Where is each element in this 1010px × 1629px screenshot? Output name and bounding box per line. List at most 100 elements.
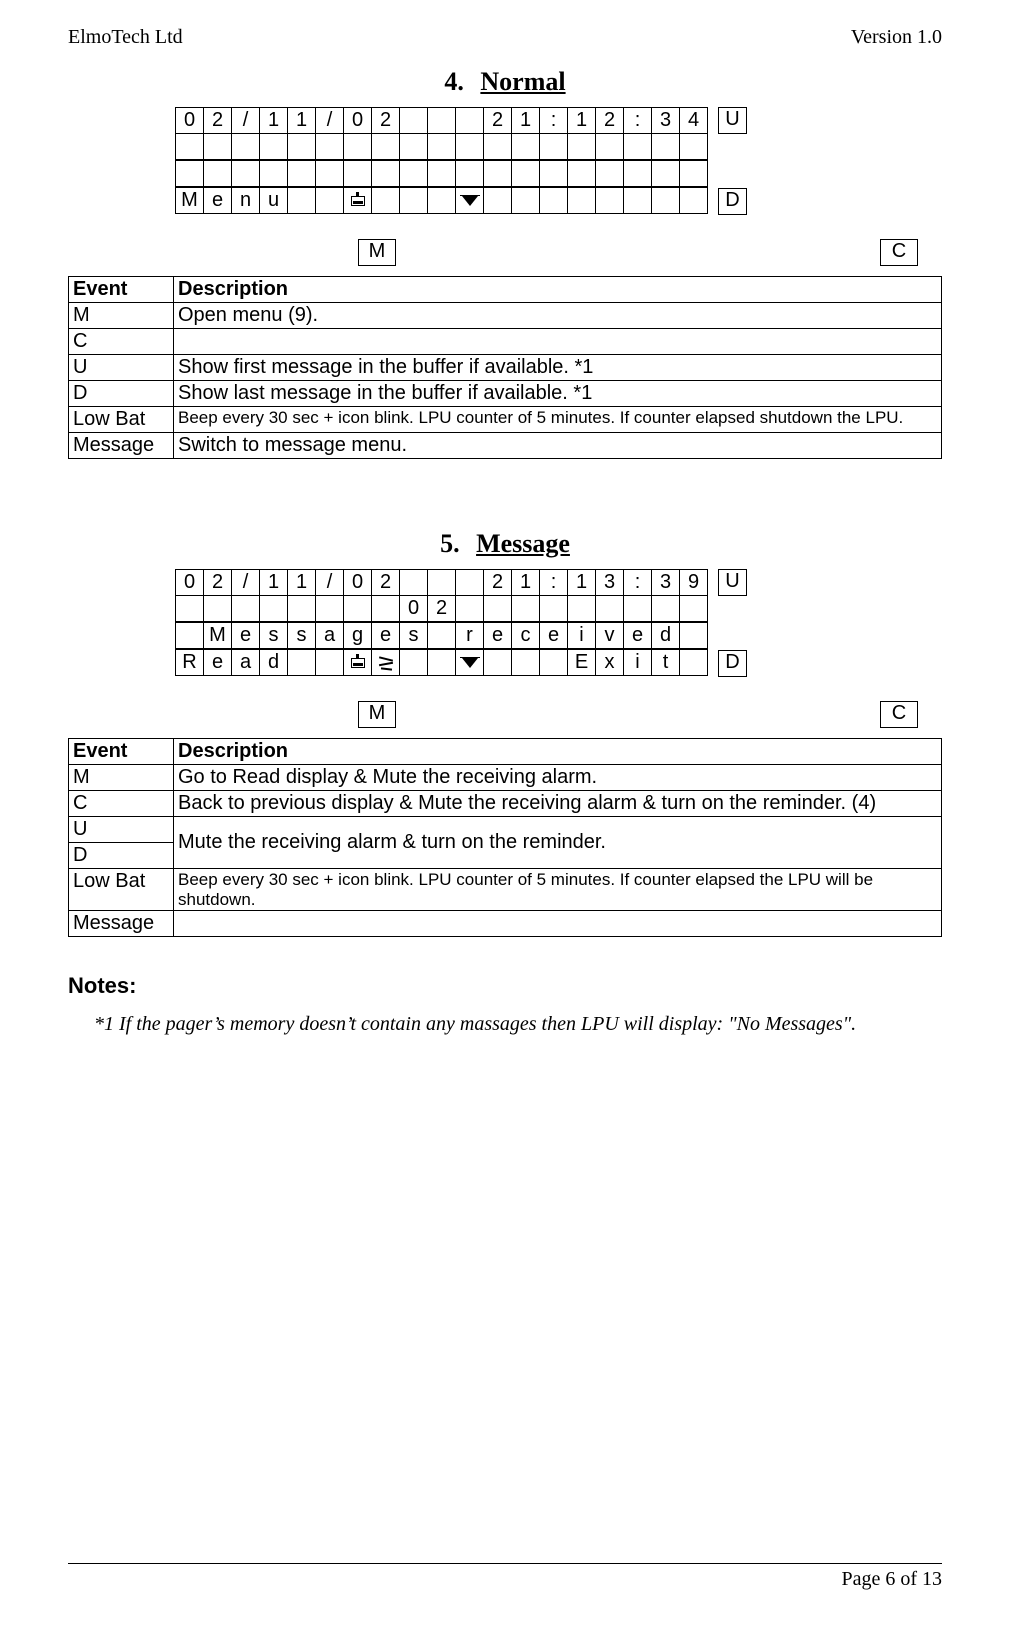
lcd-cell [455, 569, 484, 596]
lcd-cell [539, 649, 568, 676]
lcd-cell [455, 187, 484, 214]
table-cell [174, 911, 942, 937]
lcd-cell: e [539, 622, 568, 649]
lcd-cell: 2 [371, 107, 400, 134]
lcd-cell [679, 133, 708, 160]
lcd-cell [175, 160, 204, 187]
lcd-cell: e [371, 622, 400, 649]
battery-icon [351, 196, 365, 206]
lcd-cell [399, 649, 428, 676]
lcd-cell: v [595, 622, 624, 649]
lcd-cell: s [399, 622, 428, 649]
lcd-cell [539, 595, 568, 622]
lcd-cell [399, 160, 428, 187]
lcd-cell: : [539, 107, 568, 134]
lcd-cell: 0 [343, 107, 372, 134]
lcd-cell [203, 133, 232, 160]
lcd-cell [231, 595, 260, 622]
table-cell: Back to previous display & Mute the rece… [174, 791, 942, 817]
alarm-icon [380, 656, 392, 670]
lcd-cell [483, 595, 512, 622]
section-4-name: Normal [480, 67, 565, 96]
triangle-down-icon [462, 658, 478, 668]
lcd-cell [315, 133, 344, 160]
lcd-cell [399, 569, 428, 596]
lcd-cell [511, 133, 540, 160]
lcd-cell: t [651, 649, 680, 676]
lcd-cell [539, 187, 568, 214]
lcd-cell [455, 595, 484, 622]
lcd-cell: s [259, 622, 288, 649]
lcd-cell [595, 133, 624, 160]
section-5-number: 5. [440, 529, 460, 558]
notes-heading: Notes: [68, 973, 942, 999]
lcd-cell [231, 160, 260, 187]
table-cell: C [69, 791, 174, 817]
lcd-cell [539, 160, 568, 187]
lcd-cell [427, 160, 456, 187]
lcd-cell [623, 595, 652, 622]
lcd-cell [259, 160, 288, 187]
lcd-cell [567, 133, 596, 160]
section-4-number: 4. [444, 67, 464, 96]
lcd-cell [511, 649, 540, 676]
table-cell: Low Bat [69, 407, 174, 433]
lcd-cell: g [343, 622, 372, 649]
th-desc: Description [174, 739, 942, 765]
lcd-cell [427, 649, 456, 676]
lcd-cell [595, 595, 624, 622]
lcd-cell: R [175, 649, 204, 676]
lcd-cell [287, 595, 316, 622]
table-cell: U [69, 817, 174, 843]
m-button[interactable]: M [358, 701, 396, 728]
lcd-cell: 3 [651, 569, 680, 596]
table-cell: Show first message in the buffer if avai… [174, 355, 942, 381]
lcd-cell [427, 622, 456, 649]
lcd-cell [595, 160, 624, 187]
lcd-cell [511, 160, 540, 187]
lcd-cell [203, 595, 232, 622]
m-button[interactable]: M [358, 239, 396, 266]
lcd-cell: 0 [175, 107, 204, 134]
lcd-cell [343, 133, 372, 160]
lcd-cell: : [623, 569, 652, 596]
section-4-title: 4. Normal [68, 67, 942, 97]
c-button[interactable]: C [880, 701, 918, 728]
lcd-cell [427, 187, 456, 214]
lcd-cell: a [231, 649, 260, 676]
lcd-cell: 2 [427, 595, 456, 622]
lcd-cell: d [651, 622, 680, 649]
lcd-cell [343, 595, 372, 622]
lcd-cell [427, 569, 456, 596]
table-cell: Go to Read display & Mute the receiving … [174, 765, 942, 791]
lcd-cell: d [259, 649, 288, 676]
lcd-normal: 0 2 / 1 1 / 0 2 2 1 : 1 2 : 3 4 U [175, 107, 835, 215]
up-softkey[interactable]: U [718, 569, 747, 596]
lcd-cell [651, 160, 680, 187]
lcd-cell: a [315, 622, 344, 649]
lcd-cell [483, 187, 512, 214]
lcd-cell: 2 [483, 107, 512, 134]
lcd-cell: 1 [511, 107, 540, 134]
down-softkey[interactable]: D [718, 650, 747, 677]
c-button[interactable]: C [880, 239, 918, 266]
down-softkey[interactable]: D [718, 188, 747, 215]
lcd-cell [315, 187, 344, 214]
th-event: Event [69, 739, 174, 765]
lcd-cell: : [539, 569, 568, 596]
lcd-cell [287, 649, 316, 676]
lcd-cell [371, 160, 400, 187]
lcd-cell [427, 107, 456, 134]
lcd-cell [567, 187, 596, 214]
lcd-cell [483, 160, 512, 187]
lcd-cell [455, 160, 484, 187]
lcd-cell [399, 107, 428, 134]
lcd-cell: u [259, 187, 288, 214]
lcd-cell: 1 [259, 107, 288, 134]
up-softkey[interactable]: U [718, 107, 747, 134]
lcd-cell: i [567, 622, 596, 649]
table-cell: D [69, 381, 174, 407]
lcd-cell [231, 133, 260, 160]
lcd-cell: 1 [567, 107, 596, 134]
lcd-cell [259, 595, 288, 622]
